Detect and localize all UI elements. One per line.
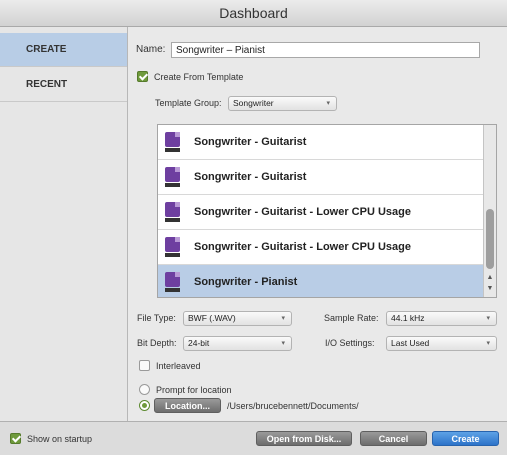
bit-depth-select[interactable]: 24-bit ▾ (183, 336, 292, 351)
location-path: /Users/brucebennett/Documents/ (227, 401, 359, 411)
io-settings-label: I/O Settings: (325, 338, 375, 348)
template-name: Songwriter - Guitarist - Lower CPU Usage (194, 241, 411, 253)
template-file-icon (164, 272, 182, 293)
show-on-startup-label: Show on startup (27, 434, 93, 444)
chevron-updown-icon: ▾ (486, 340, 490, 347)
bit-depth-label: Bit Depth: (137, 338, 177, 348)
scrollbar-thumb[interactable] (486, 209, 494, 269)
create-from-template-label: Create From Template (154, 72, 244, 82)
template-file-icon (164, 202, 182, 223)
sidebar-item-create[interactable]: CREATE (0, 33, 127, 67)
template-name: Songwriter - Pianist (194, 276, 298, 288)
template-name: Songwriter - Guitarist (194, 171, 307, 183)
location-button[interactable]: Location... (154, 398, 221, 413)
template-group-select[interactable]: Songwriter ▾ (228, 96, 337, 111)
sample-rate-value: 44.1 kHz (391, 313, 425, 323)
name-label: Name: (136, 44, 166, 55)
open-from-disk-button[interactable]: Open from Disk... (256, 431, 352, 446)
interleaved-label: Interleaved (156, 361, 201, 371)
template-file-icon (164, 167, 182, 188)
scroll-up-icon[interactable]: ▲ (485, 273, 495, 283)
io-settings-select[interactable]: Last Used ▾ (386, 336, 497, 351)
bit-depth-value: 24-bit (188, 338, 210, 348)
sample-rate-label: Sample Rate: (324, 313, 379, 323)
footer: Show on startup Open from Disk... Cancel… (0, 421, 507, 455)
chevron-updown-icon: ▾ (281, 315, 285, 322)
template-file-icon (164, 237, 182, 258)
create-button[interactable]: Create (432, 431, 499, 446)
template-name: Songwriter - Guitarist (194, 136, 307, 148)
chevron-updown-icon: ▾ (326, 100, 330, 107)
template-row[interactable]: Songwriter - Guitarist (158, 125, 483, 160)
name-field[interactable]: Songwriter – Pianist (171, 42, 480, 58)
template-group-value: Songwriter (233, 98, 274, 108)
file-type-label: File Type: (137, 313, 176, 323)
interleaved-checkbox[interactable] (139, 360, 150, 371)
sample-rate-select[interactable]: 44.1 kHz ▾ (386, 311, 497, 326)
template-row[interactable]: Songwriter - Guitarist - Lower CPU Usage (158, 195, 483, 230)
show-on-startup-checkbox[interactable] (10, 433, 21, 444)
location-radio[interactable] (139, 400, 150, 411)
sidebar-item-recent[interactable]: RECENT (0, 68, 127, 102)
cancel-button[interactable]: Cancel (360, 431, 427, 446)
template-row[interactable]: Songwriter - Guitarist - Lower CPU Usage (158, 230, 483, 265)
chevron-updown-icon: ▾ (486, 315, 490, 322)
sidebar: CREATE RECENT (0, 27, 128, 421)
template-row-selected[interactable]: Songwriter - Pianist (158, 265, 483, 297)
create-panel: Name: Songwriter – Pianist Create From T… (128, 27, 507, 421)
file-type-select[interactable]: BWF (.WAV) ▾ (183, 311, 292, 326)
prompt-for-location-label: Prompt for location (156, 385, 232, 395)
window-title: Dashboard (0, 0, 507, 27)
file-type-value: BWF (.WAV) (188, 313, 236, 323)
io-settings-value: Last Used (391, 338, 430, 348)
create-from-template-checkbox[interactable] (137, 71, 148, 82)
template-list[interactable]: Songwriter - Guitarist Songwriter - Guit… (157, 124, 497, 298)
template-row[interactable]: Songwriter - Guitarist (158, 160, 483, 195)
template-file-icon (164, 132, 182, 153)
chevron-updown-icon: ▾ (281, 340, 285, 347)
template-group-label: Template Group: (155, 98, 222, 108)
template-name: Songwriter - Guitarist - Lower CPU Usage (194, 206, 411, 218)
dashboard-window: Dashboard CREATE RECENT Name: Songwriter… (0, 0, 507, 455)
prompt-for-location-radio[interactable] (139, 384, 150, 395)
scroll-down-icon[interactable]: ▼ (485, 284, 495, 294)
template-list-scrollbar[interactable]: ▲ ▼ (483, 125, 496, 297)
